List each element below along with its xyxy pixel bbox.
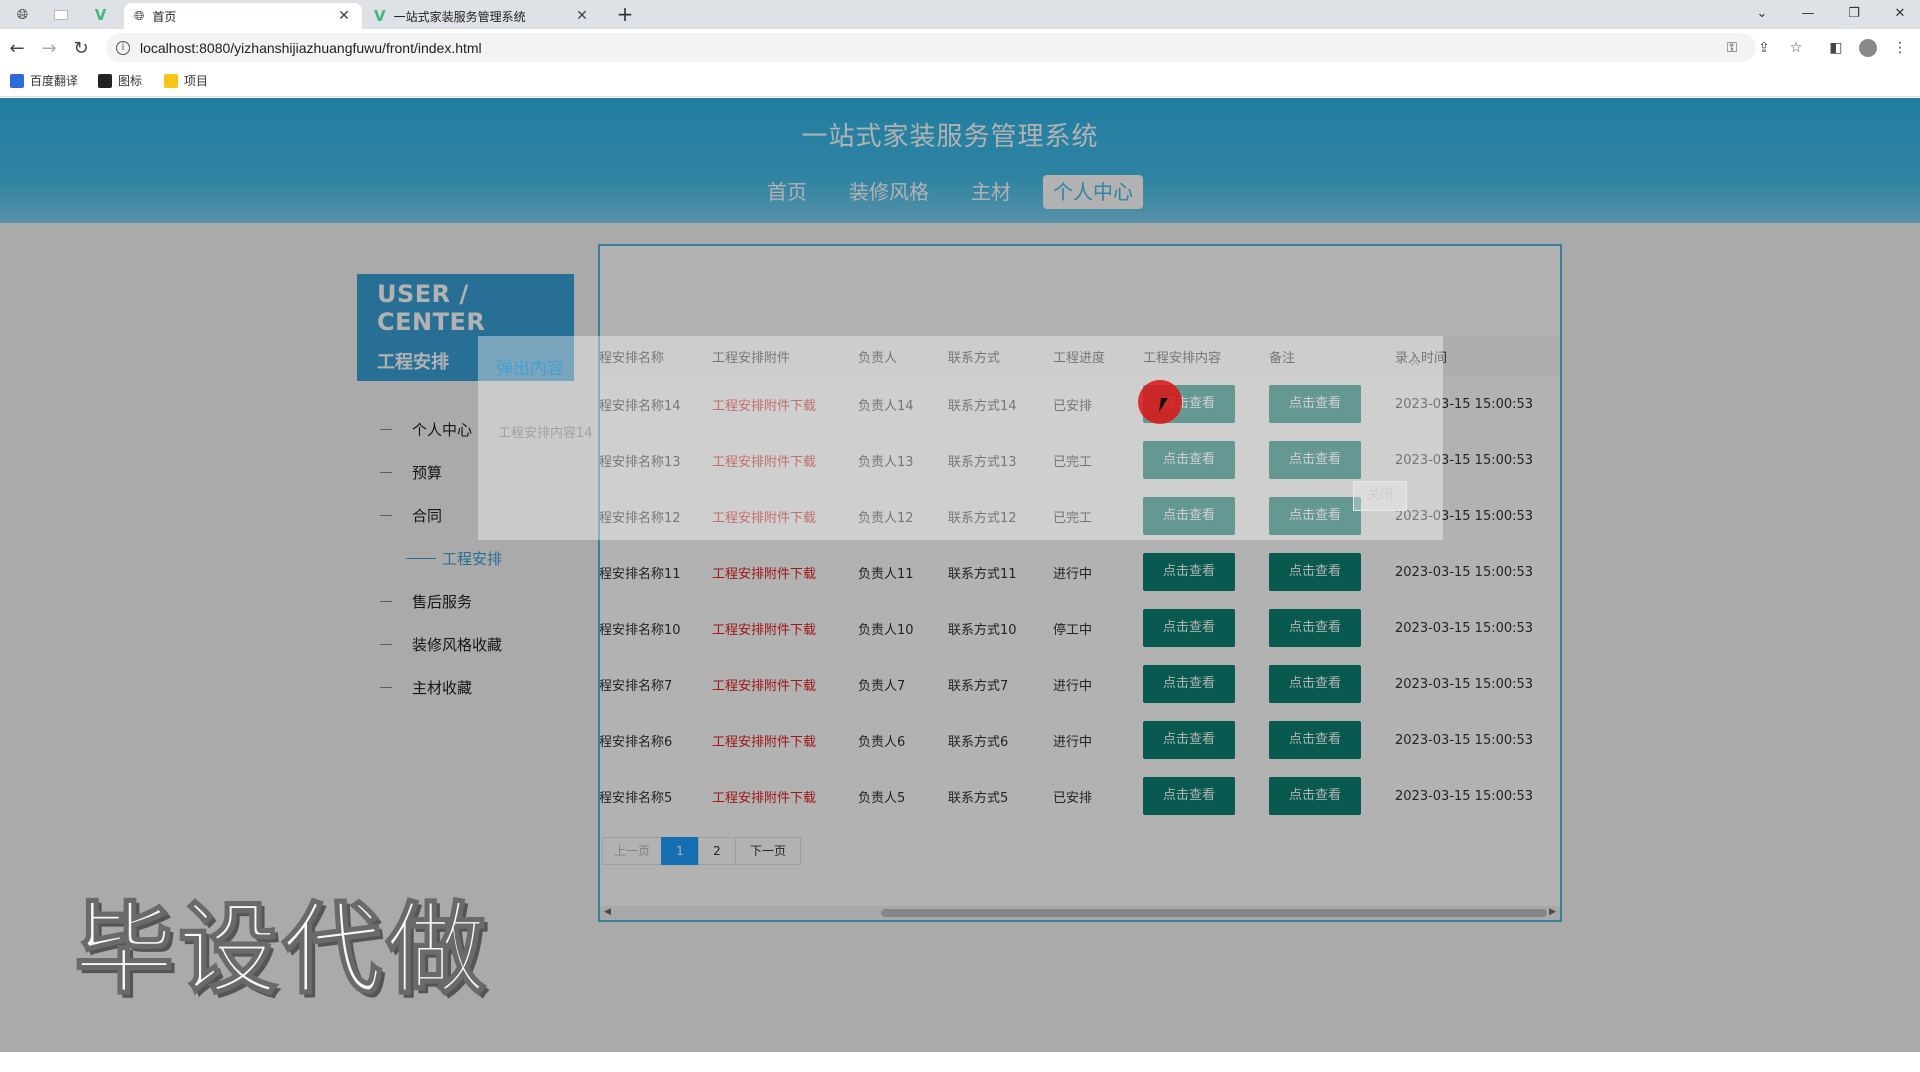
pinned-tab-globe[interactable]: 🌐︎ — [8, 3, 37, 26]
url-text: localhost:8080/yizhanshijiazhuangfuwu/fr… — [140, 39, 482, 56]
close-window-button[interactable]: ✕ — [1880, 0, 1920, 26]
key-icon[interactable]: ⚿ — [1722, 38, 1742, 58]
tab-search-icon[interactable]: ⌄ — [1742, 0, 1782, 26]
popup-close-icon[interactable]: × — [1409, 354, 1421, 370]
popup-body: 工程安排内容14 — [498, 426, 593, 441]
folder-icon — [164, 73, 178, 88]
bookmark-baidu-translate[interactable]: 百度翻译 — [10, 72, 78, 89]
vue-logo-icon: V — [94, 5, 107, 24]
browser-toolbar: ← → ↻ i localhost:8080/yizhanshijiazhuan… — [0, 29, 1920, 66]
forward-button[interactable]: → — [36, 35, 62, 61]
tab-label: 一站式家装服务管理系统 — [393, 9, 526, 24]
bookmark-label: 百度翻译 — [30, 74, 79, 88]
watermark-text: 毕设代做 — [73, 890, 490, 1009]
side-panel-icon[interactable]: ◧ — [1826, 38, 1846, 58]
blank-page-icon — [53, 9, 68, 20]
bookmark-label: 图标 — [118, 74, 143, 88]
back-button[interactable]: ← — [4, 35, 30, 61]
popup-close-button[interactable]: 关闭 — [1353, 481, 1407, 511]
close-tab-icon[interactable]: ✕ — [574, 8, 590, 24]
browser-tab-strip: 🌐︎ V 🌐︎ 首页 ✕ V 一站式家装服务管理系统 ✕ + ⌄ — ❐ ✕ — [0, 0, 1920, 29]
globe-icon: 🌐︎ — [134, 8, 145, 24]
tab-home[interactable]: 🌐︎ 首页 ✕ — [124, 3, 362, 29]
reload-button[interactable]: ↻ — [68, 35, 94, 61]
pinned-tab-blank[interactable] — [46, 3, 75, 26]
popup-dialog: 弹出内容 工程安排内容14 × 关闭 — [478, 336, 1443, 540]
tab-label: 首页 — [152, 9, 177, 24]
image-icon — [98, 73, 112, 88]
close-tab-icon[interactable]: ✕ — [336, 8, 352, 24]
globe-icon: 🌐︎ — [16, 6, 29, 23]
vue-logo-icon: V — [374, 7, 386, 25]
share-icon[interactable]: ⇪ — [1754, 38, 1774, 58]
restore-button[interactable]: ❐ — [1834, 0, 1874, 26]
minimize-button[interactable]: — — [1788, 0, 1828, 26]
menu-kebab-icon[interactable]: ⋮ — [1890, 38, 1910, 58]
translate-icon — [10, 73, 24, 88]
pinned-tab-vue[interactable]: V — [86, 3, 115, 26]
bookmarks-bar: 百度翻译 图标 项目 — [0, 66, 1920, 97]
bookmark-project-folder[interactable]: 项目 — [164, 72, 208, 89]
bookmark-icons[interactable]: 图标 — [98, 72, 142, 89]
new-tab-button[interactable]: + — [612, 3, 638, 27]
star-icon[interactable]: ☆ — [1786, 38, 1806, 58]
bookmark-label: 项目 — [184, 74, 209, 88]
address-bar[interactable]: i localhost:8080/yizhanshijiazhuangfuwu/… — [106, 33, 1756, 62]
profile-icon[interactable] — [1858, 38, 1878, 58]
info-icon[interactable]: i — [116, 40, 130, 55]
page-viewport: 一站式家装服务管理系统 首页 装修风格 主材 个人中心 USER / CENTE… — [0, 98, 1920, 1052]
tab-system[interactable]: V 一站式家装服务管理系统 ✕ — [364, 3, 600, 29]
popup-title: 弹出内容 — [496, 359, 564, 379]
